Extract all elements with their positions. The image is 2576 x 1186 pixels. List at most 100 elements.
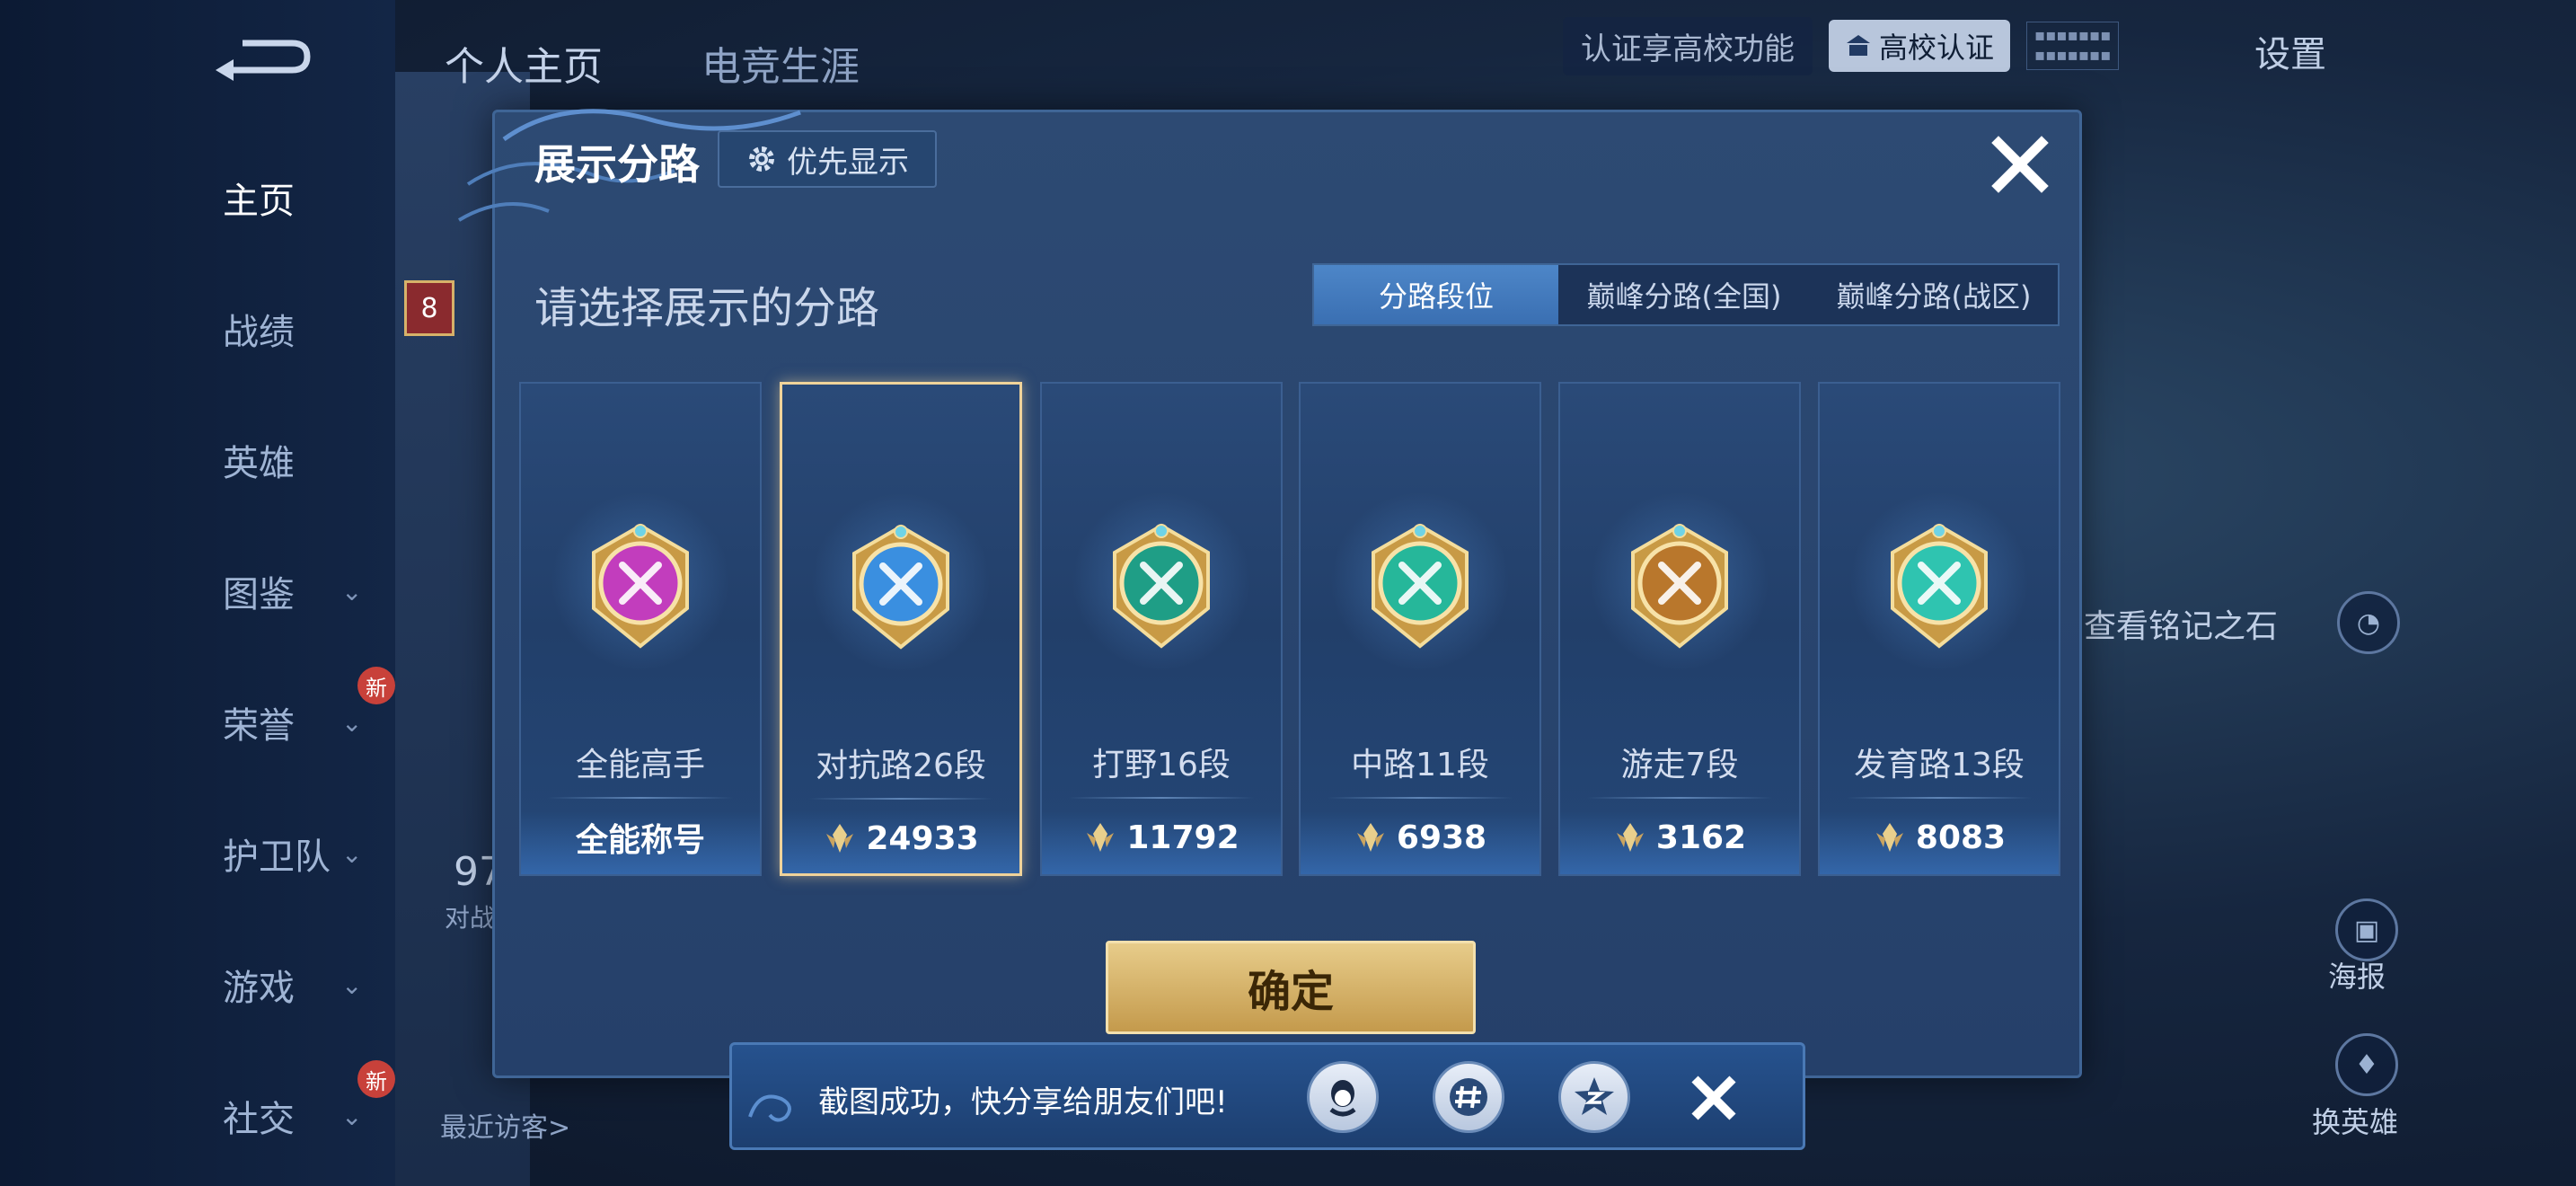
notice-box: ▪▪▪▪▪▪▪ ▪▪▪▪▪▪▪ [2026, 22, 2120, 70]
divider [1328, 797, 1513, 799]
recent-visitors-link[interactable]: 最近访客> [440, 1105, 570, 1145]
sidebar-item-7[interactable]: 社交 ⌄ 新 [162, 1060, 395, 1152]
gear-icon [749, 146, 774, 172]
sidebar-item-label: 荣誉 [223, 705, 295, 747]
sidebar-item-5[interactable]: 护卫队 ⌄ [162, 818, 363, 890]
school-icon [1847, 35, 1870, 56]
lane-card-value-row: 6938 [1301, 813, 1539, 862]
sidebar-item-0[interactable]: 主页 [162, 162, 359, 234]
farm-lane-emblem-icon [1891, 523, 1988, 649]
lane-card-name: 打野16段 [1092, 747, 1231, 783]
lane-card-value: 3162 [1655, 819, 1747, 856]
divider [1847, 797, 2032, 799]
new-badge: 新 [357, 1060, 395, 1098]
qzone-share-icon[interactable] [1558, 1061, 1630, 1133]
school-cert-label: 高校认证 [1879, 31, 1995, 65]
sidebar-item-label: 图鉴 [223, 574, 295, 615]
lane-card-value-row: 全能称号 [521, 813, 760, 862]
new-badge: 新 [357, 667, 395, 704]
divider [1587, 797, 1772, 799]
sidebar-item-label: 游戏 [223, 968, 295, 1009]
dialog-title: 展示分路 [534, 140, 700, 189]
lane-card-value: 24933 [866, 819, 979, 857]
lane-cards: 全能高手 全能称号 对抗路26段 24933 打野16段 11792 中路11段 6938 游走… [519, 382, 2064, 876]
header-right: 认证享高校功能 高校认证 ▪▪▪▪▪▪▪ ▪▪▪▪▪▪▪ [1563, 16, 2120, 75]
lane-card[interactable]: 打野16段 11792 [1040, 382, 1283, 876]
chevron-down-icon: ⌄ [341, 839, 363, 869]
sidebar-item-label: 社交 [223, 1099, 295, 1140]
tab-esports-career[interactable]: 电竞生涯 [701, 34, 860, 92]
lane-card-value: 8083 [1915, 819, 2007, 856]
jungle-emblem-icon [1113, 523, 1210, 649]
sidebar-item-4[interactable]: 荣誉 ⌄ 新 [162, 667, 395, 758]
lane-card[interactable]: 全能高手 全能称号 [519, 382, 762, 876]
swirl-decoration-icon [748, 1094, 791, 1122]
roam-emblem-icon [1631, 523, 1728, 649]
battle-points-icon [826, 824, 854, 853]
tab-profile[interactable]: 个人主页 [445, 34, 603, 92]
lane-card-value: 11792 [1126, 819, 1239, 856]
lane-card-name: 游走7段 [1620, 747, 1739, 783]
sidebar-item-label: 主页 [223, 181, 295, 222]
qq-share-icon[interactable] [1307, 1061, 1379, 1133]
toast-close-button[interactable] [1684, 1068, 1743, 1128]
sidebar: 主页 战绩 英雄 图鉴 ⌄ 荣誉 ⌄ 新护卫队 ⌄ 游戏 ⌄ 社交 ⌄ 新 [0, 0, 395, 1186]
level-badge: 8 [404, 280, 454, 336]
chevron-down-icon: ⌄ [341, 970, 363, 1000]
divider [548, 797, 733, 799]
sidebar-item-6[interactable]: 游戏 ⌄ [162, 949, 363, 1021]
confirm-button[interactable]: 确定 [1106, 941, 1476, 1034]
chevron-down-icon: ⌄ [341, 708, 363, 738]
toast-message: 截图成功，快分享给朋友们吧! [818, 1084, 1228, 1120]
dialog-subtitle: 请选择展示的分路 [534, 283, 880, 333]
chevron-down-icon: ⌄ [341, 1102, 363, 1131]
divider [1069, 797, 1254, 799]
chevron-down-icon: ⌄ [341, 577, 363, 606]
close-icon [1991, 136, 2049, 193]
change-hero-icon[interactable]: ♦ [2335, 1033, 2398, 1096]
poster-icon[interactable]: ▣ [2335, 898, 2398, 961]
mid-lane-emblem-icon [1372, 523, 1469, 649]
battle-points-icon [1616, 823, 1644, 852]
tab-peak-region[interactable]: 巅峰分路(战区) [1810, 265, 2058, 324]
sidebar-item-label: 战绩 [223, 312, 295, 353]
settings-button[interactable]: 设置 [2254, 25, 2326, 77]
eye-icon[interactable]: ◔ [2337, 591, 2400, 654]
lane-card-name: 中路11段 [1351, 747, 1489, 783]
lane-type-tabs: 分路段位 巅峰分路(全国) 巅峰分路(战区) [1312, 263, 2060, 326]
lane-card-value-row: 11792 [1042, 813, 1281, 862]
cert-hint[interactable]: 认证享高校功能 [1563, 16, 1813, 75]
lane-card-value: 6938 [1396, 819, 1487, 856]
tab-peak-national[interactable]: 巅峰分路(全国) [1558, 265, 1810, 324]
screenshot-toast: 截图成功，快分享给朋友们吧! [729, 1042, 1805, 1150]
lane-card-value-row: 24933 [782, 814, 1019, 863]
lane-card[interactable]: 游走7段 3162 [1558, 382, 1801, 876]
battles-label: 对战 [445, 903, 496, 933]
poster-label: 海报 [2328, 960, 2386, 994]
close-icon [1691, 1075, 1736, 1120]
lane-card[interactable]: 对抗路26段 24933 [780, 382, 1022, 876]
sidebar-item-2[interactable]: 英雄 [162, 424, 359, 496]
battle-points-icon [1356, 823, 1384, 852]
lane-card[interactable]: 发育路13段 8083 [1818, 382, 2060, 876]
top-tabs: 个人主页 电竞生涯 [445, 34, 860, 92]
lane-display-dialog: 展示分路 优先显示 请选择展示的分路 分路段位 巅峰分路(全国) 巅峰分路(战区… [457, 109, 2082, 1078]
battle-points-icon [1087, 823, 1115, 852]
topic-share-icon[interactable] [1433, 1061, 1504, 1133]
lane-card-value-row: 8083 [1820, 813, 2059, 862]
school-cert-button[interactable]: 高校认证 [1829, 20, 2011, 72]
cloud-decoration-icon [457, 109, 801, 222]
lane-card-name: 全能高手 [575, 747, 705, 783]
change-hero-label: 换英雄 [2312, 1105, 2399, 1139]
inscription-hint[interactable]: 查看铭记之石 [2084, 600, 2278, 647]
lane-card-name: 发育路13段 [1854, 747, 2025, 783]
sidebar-item-3[interactable]: 图鉴 ⌄ [162, 555, 363, 627]
back-button[interactable] [207, 34, 314, 88]
dialog-close-button[interactable] [1986, 130, 2054, 199]
lane-card[interactable]: 中路11段 6938 [1299, 382, 1541, 876]
lane-card-value: 全能称号 [575, 822, 705, 859]
priority-display-button[interactable]: 优先显示 [718, 130, 937, 188]
sidebar-item-1[interactable]: 战绩 [162, 293, 359, 365]
lane-card-value-row: 3162 [1560, 813, 1799, 862]
tab-lane-rank[interactable]: 分路段位 [1314, 265, 1558, 324]
